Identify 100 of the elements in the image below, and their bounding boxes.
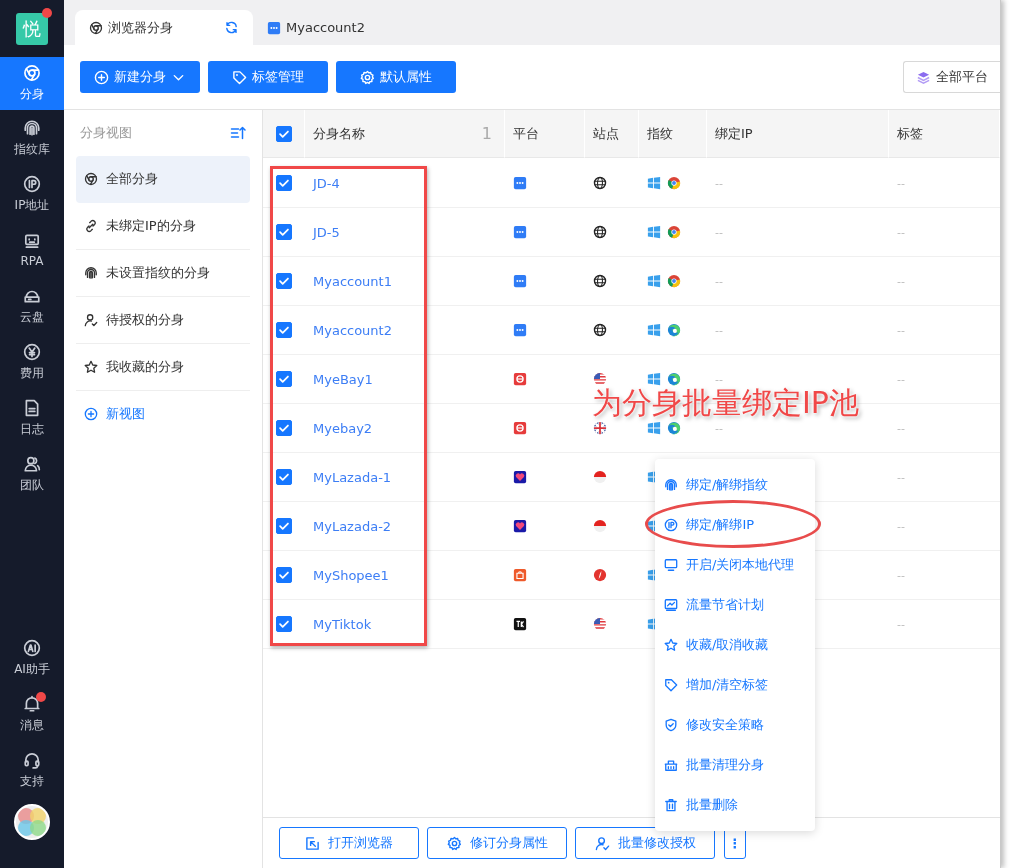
app-logo: 悦 [16,12,48,45]
profile-name-link[interactable]: JD-4 [313,175,340,191]
nav-item[interactable]: 日志 [0,390,64,446]
column-header[interactable]: 标签 [897,124,923,143]
nav-item[interactable]: 支持 [0,742,64,798]
column-header[interactable]: 绑定IP [715,124,753,143]
checkbox[interactable] [276,273,292,289]
view-item[interactable]: 全部分身 [76,156,250,203]
platform-icon [513,372,527,386]
tab[interactable]: Myaccount2 [253,10,379,45]
profile-name-link[interactable]: MyTiktok [313,616,372,632]
toolbar-button[interactable]: 默认属性 [336,61,456,93]
platform-icon [513,568,527,582]
column-header[interactable]: 指纹 [647,124,673,143]
table-cell: -- [897,323,905,337]
site-icon [593,568,607,582]
flag-icon [593,372,607,386]
profile-name-link[interactable]: Myaccount2 [313,322,392,338]
checkbox[interactable] [276,175,292,191]
action-button[interactable]: 打开浏览器 [279,827,419,859]
nav-item[interactable]: 指纹库 [0,110,64,166]
platform-icon [513,225,527,239]
new-view-link[interactable]: 新视图 [76,391,250,437]
profile-name-link[interactable]: MyeBay1 [313,371,373,387]
browser-icon [667,421,681,435]
checkbox[interactable] [276,322,292,338]
action-button[interactable]: 批量修改授权 [575,827,715,859]
profile-name-link[interactable]: MyLazada-1 [313,469,392,485]
view-item[interactable]: 我收藏的分身 [76,344,250,391]
chart-screen-icon [664,598,678,612]
menu-item[interactable]: 绑定/解绑指纹 [655,465,815,505]
shield-icon [664,718,678,732]
view-item[interactable]: 未绑定IP的分身 [76,203,250,250]
yen-icon [23,342,41,361]
menu-item[interactable]: 流量节省计划 [655,585,815,625]
panel-title: 分身视图 [80,124,132,142]
checkbox[interactable] [275,125,292,142]
platform-icon [513,519,527,533]
document-icon [23,398,41,417]
settings-icon [446,835,462,851]
menu-item[interactable]: 绑定/解绑IP [655,505,815,545]
checkbox[interactable] [276,616,292,632]
column-header[interactable]: 分身名称 [313,124,365,143]
browser-icon [667,176,681,190]
menu-item[interactable]: 批量清理分身 [655,745,815,785]
menu-item[interactable]: 修改安全策略 [655,705,815,745]
refresh-icon[interactable] [224,20,239,35]
platform-icon [267,20,281,35]
nav-item[interactable]: 消息 [0,686,64,742]
action-button[interactable]: 修订分身属性 [427,827,567,859]
nav-item[interactable]: 分身 [0,57,64,110]
platform-icon [513,323,527,337]
nav-item[interactable]: RPA [0,222,64,278]
flag-icon [593,617,607,631]
checkbox[interactable] [276,224,292,240]
menu-item[interactable]: 增加/清空标签 [655,665,815,705]
callout-text: 为分身批量绑定IP池 [592,387,859,418]
windows-icon [647,176,661,190]
menu-item[interactable]: 开启/关闭本地代理 [655,545,815,585]
table-cell: -- [715,225,723,239]
windows-icon [647,372,661,386]
checkbox[interactable] [276,420,292,436]
platform-filter[interactable]: 全部平台 [903,61,1000,93]
open-window-icon [305,835,320,851]
profile-name-link[interactable]: MyLazada-2 [313,518,392,534]
table-cell: -- [715,421,723,435]
profile-name-link[interactable]: Myebay2 [313,420,373,436]
nav-item[interactable]: AI助手 [0,630,64,686]
checkbox[interactable] [276,469,292,485]
monitor-icon [664,558,678,572]
profile-name-link[interactable]: MyShopee1 [313,567,389,583]
sort-icon[interactable] [230,125,246,141]
ip-icon [664,518,678,532]
globe-icon [593,274,607,288]
menu-item[interactable]: 批量删除 [655,785,815,825]
table-cell: -- [897,274,905,288]
nav-item[interactable]: 费用 [0,334,64,390]
toolbar-button[interactable]: 新建分身 [80,61,200,93]
profile-name-link[interactable]: JD-5 [313,224,340,240]
nav-item[interactable]: IP地址 [0,166,64,222]
checkbox[interactable] [276,518,292,534]
table-cell: -- [897,421,905,435]
windows-icon [647,421,661,435]
column-header[interactable]: 站点 [593,124,619,143]
checkbox[interactable] [276,371,292,387]
table-cell: -- [897,176,905,190]
column-header[interactable]: 平台 [513,124,539,143]
star-icon [84,360,98,374]
view-item[interactable]: 未设置指纹的分身 [76,250,250,297]
nav-item[interactable]: 团队 [0,446,64,502]
table-cell: -- [715,372,723,386]
tab[interactable]: 浏览器分身 [75,10,253,45]
checkbox[interactable] [276,567,292,583]
nav-item[interactable]: 云盘 [0,278,64,334]
view-item[interactable]: 待授权的分身 [76,297,250,344]
menu-item[interactable]: 收藏/取消收藏 [655,625,815,665]
toolbar-button[interactable]: 标签管理 [208,61,328,93]
chrome-icon [84,172,98,186]
profile-name-link[interactable]: Myaccount1 [313,273,392,289]
avatar[interactable] [14,804,50,840]
